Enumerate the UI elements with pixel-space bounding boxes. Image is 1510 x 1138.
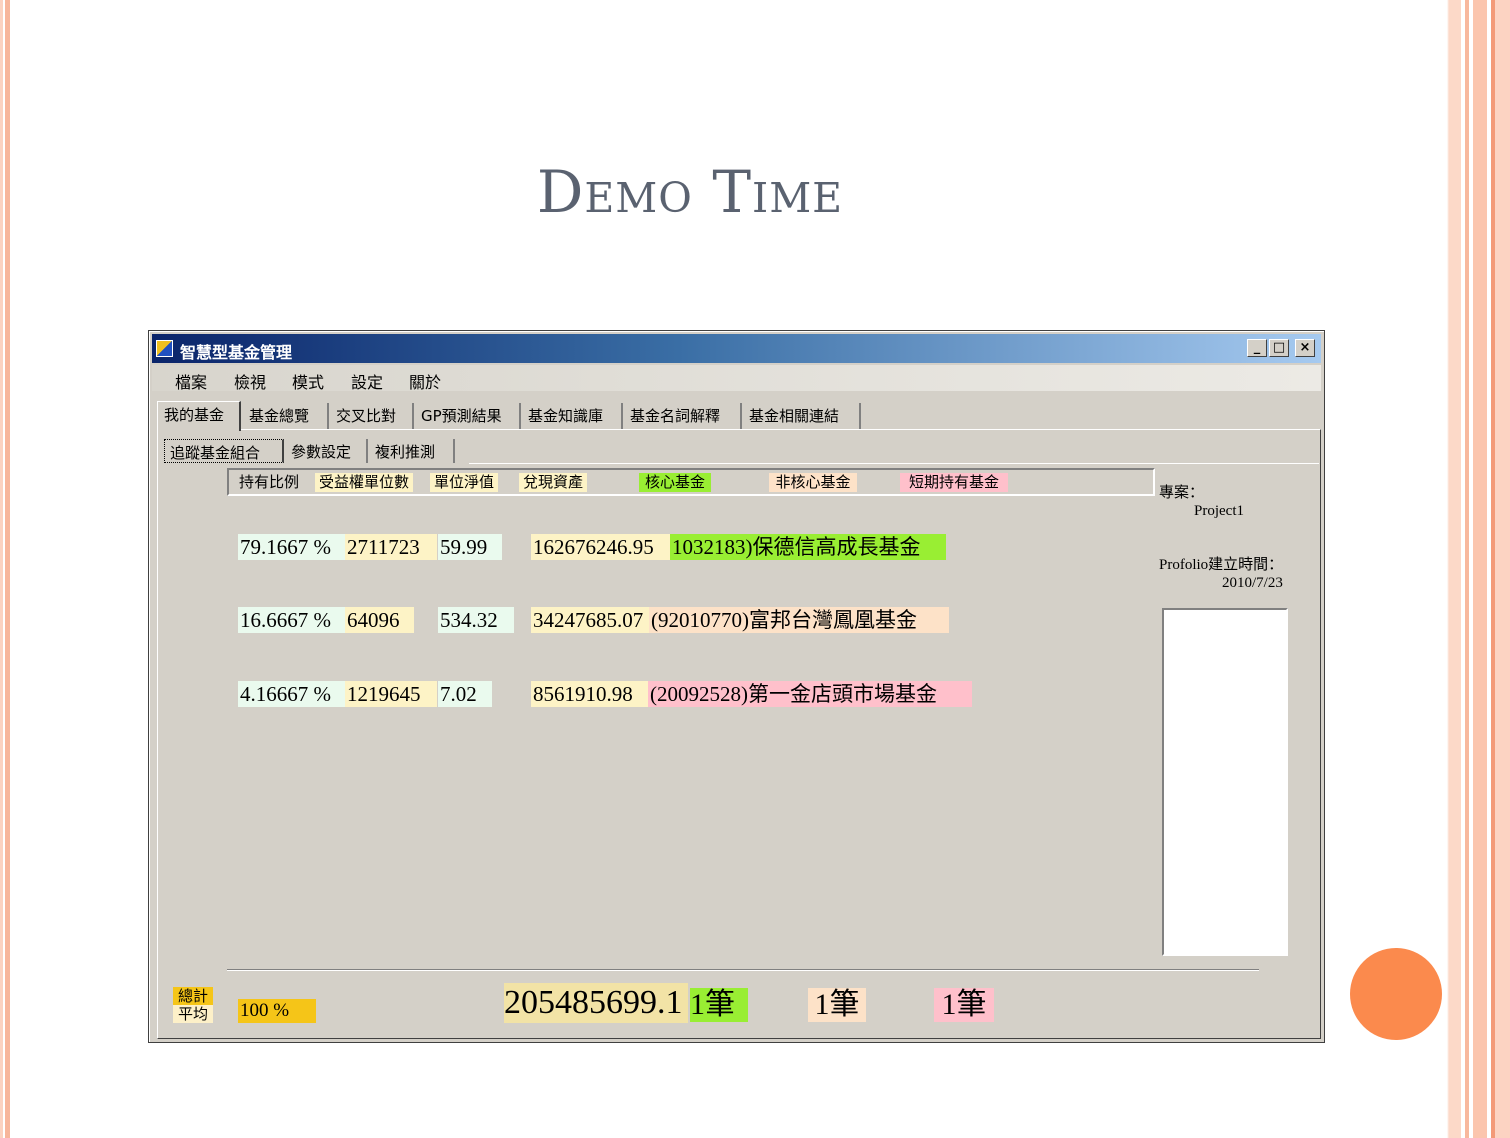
row1-nav: 59.99 xyxy=(438,534,502,560)
total-average-label: 總計 平均 xyxy=(173,987,213,1023)
slide-right-border xyxy=(1447,0,1510,1138)
menu-bar: 檔案 檢視 模式 設定 關於 xyxy=(152,365,1321,393)
portfolio-created-value: 2010/7/23 xyxy=(1222,575,1283,591)
short-term-fund-count: 1筆 xyxy=(934,988,994,1022)
app-icon[interactable] xyxy=(156,340,173,357)
tab-my-funds[interactable]: 我的基金 xyxy=(157,401,241,431)
menu-mode[interactable]: 模式 xyxy=(292,369,324,393)
subtab-compound-interest[interactable]: 複利推測 xyxy=(370,439,455,463)
header-ratio: 持有比例 xyxy=(239,473,300,491)
maximize-button[interactable]: □ xyxy=(1269,339,1289,357)
header-units: 受益權單位數 xyxy=(315,473,414,492)
menu-file[interactable]: 檔案 xyxy=(175,369,207,393)
row2-ratio: 16.6667 % xyxy=(238,607,348,633)
side-list-box[interactable] xyxy=(1162,608,1288,956)
header-nav: 單位淨值 xyxy=(430,473,499,492)
menu-settings[interactable]: 設定 xyxy=(351,369,383,393)
decorative-circle xyxy=(1350,948,1442,1040)
row1-units: 2711723 xyxy=(345,534,437,560)
subtab-divider xyxy=(469,463,1319,464)
subtab-track-portfolio[interactable]: 追蹤基金組合 xyxy=(164,439,284,463)
row3-fund-name[interactable]: (20092528)第一金店頭市場基金 xyxy=(648,681,972,707)
total-asset-value: 205485699.1 xyxy=(504,983,688,1023)
row2-units: 64096 xyxy=(345,607,414,633)
slide-title: Demo Time xyxy=(536,158,844,226)
tab-gp-prediction[interactable]: GP預測結果 xyxy=(415,403,521,429)
app-window: 智慧型基金管理 _ □ × 檔案 檢視 模式 設定 關於 我的基金 基金總覽 交… xyxy=(148,330,1325,1043)
menu-about[interactable]: 關於 xyxy=(409,369,441,393)
row3-value: 8561910.98 xyxy=(531,681,649,707)
column-header-bar: 持有比例 受益權單位數 單位淨值 兌現資產 核心基金 非核心基金 短期持有基金 xyxy=(227,468,1155,496)
portfolio-created-label: Profolio建立時間： xyxy=(1159,557,1284,573)
title-bar[interactable]: 智慧型基金管理 _ □ × xyxy=(152,334,1321,363)
row2-nav: 534.32 xyxy=(438,607,514,633)
header-short-term-fund: 短期持有基金 xyxy=(900,473,1008,492)
average-label: 平均 xyxy=(173,1005,213,1023)
tab-fund-links[interactable]: 基金相關連結 xyxy=(743,403,861,429)
header-core-fund: 核心基金 xyxy=(639,473,711,492)
header-value: 兌現資產 xyxy=(519,473,588,492)
row3-ratio: 4.16667 % xyxy=(238,681,348,707)
footer-separator xyxy=(227,969,1259,971)
row3-nav: 7.02 xyxy=(438,681,492,707)
tab-cross-compare[interactable]: 交叉比對 xyxy=(330,403,414,429)
tab-fund-knowledge[interactable]: 基金知識庫 xyxy=(522,403,623,429)
row2-value: 34247685.07 xyxy=(531,607,651,633)
row1-value: 162676246.95 xyxy=(531,534,673,560)
noncore-fund-count: 1筆 xyxy=(808,988,866,1022)
row2-fund-name[interactable]: (92010770)富邦台灣鳳凰基金 xyxy=(649,607,949,633)
header-noncore-fund: 非核心基金 xyxy=(769,473,857,492)
core-fund-count: 1筆 xyxy=(690,988,748,1022)
project-label: 專案： xyxy=(1159,483,1205,501)
window-title: 智慧型基金管理 xyxy=(180,343,293,362)
subtab-parameters[interactable]: 參數設定 xyxy=(286,439,368,463)
project-value: Project1 xyxy=(1194,503,1244,519)
tab-fund-overview[interactable]: 基金總覽 xyxy=(243,403,329,429)
menu-view[interactable]: 檢視 xyxy=(234,369,266,393)
main-tab-panel xyxy=(157,429,1321,1039)
row1-ratio: 79.1667 % xyxy=(238,534,348,560)
total-label: 總計 xyxy=(173,987,213,1005)
total-percent: 100 % xyxy=(238,999,316,1023)
tab-fund-glossary[interactable]: 基金名詞解釋 xyxy=(624,403,742,429)
minimize-button[interactable]: _ xyxy=(1247,339,1267,357)
row3-units: 1219645 xyxy=(345,681,437,707)
close-button[interactable]: × xyxy=(1295,339,1315,357)
row1-fund-name[interactable]: 1032183)保德信高成長基金 xyxy=(670,534,946,560)
